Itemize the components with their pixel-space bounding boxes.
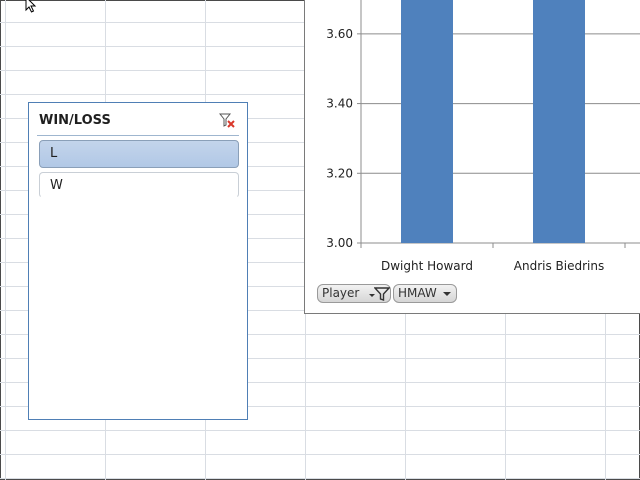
x-tick-label: Andris Biedrins <box>514 259 604 273</box>
filter-icon <box>374 287 390 301</box>
y-tick-label: 3.40 <box>326 97 353 111</box>
dropdown-arrow-icon <box>443 292 451 296</box>
clear-filter-icon[interactable] <box>219 113 237 129</box>
bar <box>533 0 585 243</box>
y-tick-label: 3.60 <box>326 27 353 41</box>
y-tick-label: 3.20 <box>326 166 353 180</box>
chart-plot: 3.00 3.20 3.40 3.60 Dwight Howard Andris Bied… <box>326 0 640 273</box>
y-tick-label: 3.00 <box>326 236 353 250</box>
slicer-title: WIN/LOSS <box>39 113 111 128</box>
bar <box>401 0 453 243</box>
player-field-button[interactable]: Player <box>317 284 391 303</box>
slicer-item-label: W <box>50 178 63 193</box>
slicer-item-l[interactable]: L <box>39 140 239 168</box>
hmaw-field-label: HMAW <box>398 286 437 300</box>
hmaw-field-button[interactable]: HMAW <box>393 284 457 303</box>
slicer-header: WIN/LOSS <box>37 107 239 136</box>
slicer-item-w[interactable]: W <box>39 172 239 198</box>
slicer-item-label: L <box>50 146 58 161</box>
mouse-pointer-icon <box>25 0 37 13</box>
pivot-chart[interactable]: 3.00 3.20 3.40 3.60 Dwight Howard Andris Bied… <box>304 0 640 314</box>
x-tick-label: Dwight Howard <box>381 259 473 273</box>
win-loss-slicer[interactable]: WIN/LOSS L W <box>28 102 248 420</box>
player-field-label: Player <box>322 286 360 300</box>
